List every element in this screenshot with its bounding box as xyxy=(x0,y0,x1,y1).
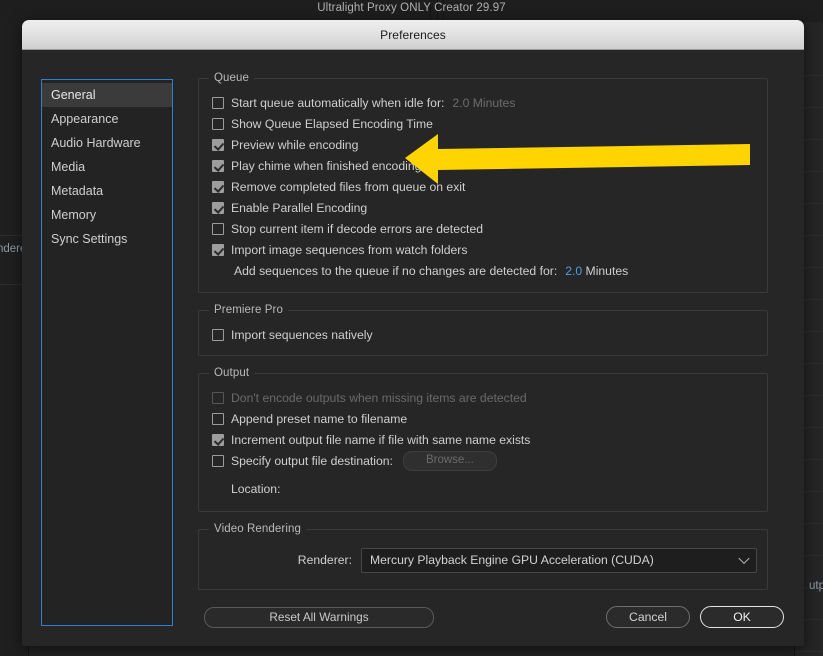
sidebar-item-sync-settings[interactable]: Sync Settings xyxy=(42,227,172,251)
sidebar-item-label: General xyxy=(51,88,96,102)
checkbox-remove-completed-files[interactable] xyxy=(212,180,224,193)
renderer-row: Renderer: Mercury Playback Engine GPU Ac… xyxy=(212,543,757,579)
checkbox-row-play-chime-when-finished[interactable]: Play chime when finished encoding xyxy=(212,155,757,176)
cancel-button[interactable]: Cancel xyxy=(606,606,690,628)
sidebar-item-label: Audio Hardware xyxy=(51,136,141,150)
checkbox-label: Import sequences natively xyxy=(231,327,373,342)
chevron-down-icon xyxy=(738,552,750,565)
dialog-footer: Cancel OK xyxy=(606,606,784,628)
sidebar-item-media[interactable]: Media xyxy=(42,155,172,179)
checkbox-start-queue-automatically[interactable] xyxy=(212,96,224,109)
watch-folder-delay-number: 2.0 xyxy=(565,264,583,278)
checkbox-label: Don't encode outputs when missing items … xyxy=(231,390,527,405)
location-row: Location: xyxy=(231,477,757,501)
checkbox-play-chime-when-finished[interactable] xyxy=(212,159,224,172)
preferences-dialog: Preferences General Appearance Audio Har… xyxy=(22,20,804,646)
checkbox-preview-while-encoding[interactable] xyxy=(212,138,224,151)
checkbox-row-import-image-sequences[interactable]: Import image sequences from watch folder… xyxy=(212,239,757,260)
checkbox-specify-output-destination[interactable] xyxy=(212,454,224,467)
sidebar-item-label: Sync Settings xyxy=(51,232,128,246)
background-right-text-fragment: utp xyxy=(809,580,823,592)
group-queue-title: Queue xyxy=(209,72,255,84)
preferences-category-list[interactable]: General Appearance Audio Hardware Media … xyxy=(41,79,173,626)
checkbox-label: Import image sequences from watch folder… xyxy=(231,242,468,257)
renderer-selected-value: Mercury Playback Engine GPU Acceleration… xyxy=(370,553,654,567)
checkbox-row-remove-completed-files[interactable]: Remove completed files from queue on exi… xyxy=(212,176,757,197)
checkbox-label: Specify output file destination: xyxy=(231,453,393,468)
checkbox-show-queue-elapsed-time[interactable] xyxy=(212,117,224,130)
checkbox-label: Preview while encoding xyxy=(231,137,359,152)
preferences-content: Queue Start queue automatically when idl… xyxy=(198,72,768,628)
checkbox-row-start-queue-automatically[interactable]: Start queue automatically when idle for:… xyxy=(212,92,757,113)
checkbox-import-image-sequences[interactable] xyxy=(212,243,224,256)
checkbox-label: Increment output file name if file with … xyxy=(231,432,531,447)
sidebar-item-memory[interactable]: Memory xyxy=(42,203,172,227)
watch-folder-delay-row: Add sequences to the queue if no changes… xyxy=(234,260,757,282)
checkbox-label: Append preset name to filename xyxy=(231,411,408,426)
ok-button[interactable]: OK xyxy=(700,606,784,628)
checkbox-label: Play chime when finished encoding xyxy=(231,158,422,173)
browse-button: Browse... xyxy=(402,450,497,471)
checkbox-import-sequences-natively[interactable] xyxy=(212,328,224,341)
checkbox-row-enable-parallel-encoding[interactable]: Enable Parallel Encoding xyxy=(212,197,757,218)
sidebar-item-label: Appearance xyxy=(51,112,119,126)
checkbox-label: Stop current item if decode errors are d… xyxy=(231,221,484,236)
watch-folder-delay-label: Add sequences to the queue if no changes… xyxy=(234,264,558,278)
screen: Ultralight Proxy ONLY Creator 29.97 nder… xyxy=(0,0,823,656)
checkbox-increment-output-file-name[interactable] xyxy=(212,433,224,446)
checkbox-row-specify-output-destination[interactable]: Specify output file destination: Browse.… xyxy=(212,450,757,471)
checkbox-enable-parallel-encoding[interactable] xyxy=(212,201,224,214)
group-premiere-pro: Premiere Pro Import sequences natively xyxy=(198,304,768,356)
group-video-rendering: Video Rendering Renderer: Mercury Playba… xyxy=(198,523,768,590)
background-app-title: Ultralight Proxy ONLY Creator 29.97 xyxy=(317,2,506,14)
sidebar-item-appearance[interactable]: Appearance xyxy=(42,107,172,131)
sidebar-item-label: Memory xyxy=(51,208,97,222)
dialog-title: Preferences xyxy=(380,27,446,42)
checkbox-row-show-queue-elapsed-time[interactable]: Show Queue Elapsed Encoding Time xyxy=(212,113,757,134)
background-topbar: Ultralight Proxy ONLY Creator 29.97 xyxy=(0,0,823,22)
dialog-body: General Appearance Audio Hardware Media … xyxy=(22,50,804,646)
renderer-select[interactable]: Mercury Playback Engine GPU Acceleration… xyxy=(361,547,757,573)
location-label: Location: xyxy=(231,482,281,496)
dialog-titlebar: Preferences xyxy=(22,20,804,50)
checkbox-row-append-preset-name[interactable]: Append preset name to filename xyxy=(212,408,757,429)
renderer-label: Renderer: xyxy=(297,553,352,567)
checkbox-row-stop-on-decode-errors[interactable]: Stop current item if decode errors are d… xyxy=(212,218,757,239)
checkbox-label: Start queue automatically when idle for: xyxy=(231,95,445,110)
checkbox-row-dont-encode-outputs: Don't encode outputs when missing items … xyxy=(212,387,757,408)
checkbox-label: Remove completed files from queue on exi… xyxy=(231,179,466,194)
group-output: Output Don't encode outputs when missing… xyxy=(198,367,768,512)
sidebar-item-audio-hardware[interactable]: Audio Hardware xyxy=(42,131,172,155)
checkbox-row-increment-output-file-name[interactable]: Increment output file name if file with … xyxy=(212,429,757,450)
sidebar-item-label: Metadata xyxy=(51,184,104,198)
group-queue: Queue Start queue automatically when idl… xyxy=(198,72,768,293)
group-video-rendering-title: Video Rendering xyxy=(209,523,306,535)
reset-all-warnings-button[interactable]: Reset All Warnings xyxy=(204,607,434,628)
checkbox-label: Enable Parallel Encoding xyxy=(231,200,368,215)
checkbox-row-preview-while-encoding[interactable]: Preview while encoding xyxy=(212,134,757,155)
group-premiere-pro-title: Premiere Pro xyxy=(209,304,288,316)
watch-folder-delay-value[interactable]: 2.0 Minutes xyxy=(565,264,628,278)
watch-folder-delay-unit: Minutes xyxy=(585,264,629,278)
sidebar-item-label: Media xyxy=(51,160,86,174)
sidebar-item-metadata[interactable]: Metadata xyxy=(42,179,172,203)
checkbox-dont-encode-outputs xyxy=(212,391,224,404)
idle-time-value[interactable]: 2.0 Minutes xyxy=(452,96,515,110)
checkbox-append-preset-name[interactable] xyxy=(212,412,224,425)
group-output-title: Output xyxy=(209,367,255,379)
sidebar-item-general[interactable]: General xyxy=(42,83,172,107)
checkbox-stop-on-decode-errors[interactable] xyxy=(212,222,224,235)
checkbox-label: Show Queue Elapsed Encoding Time xyxy=(231,116,433,131)
checkbox-row-import-sequences-natively[interactable]: Import sequences natively xyxy=(212,324,757,345)
